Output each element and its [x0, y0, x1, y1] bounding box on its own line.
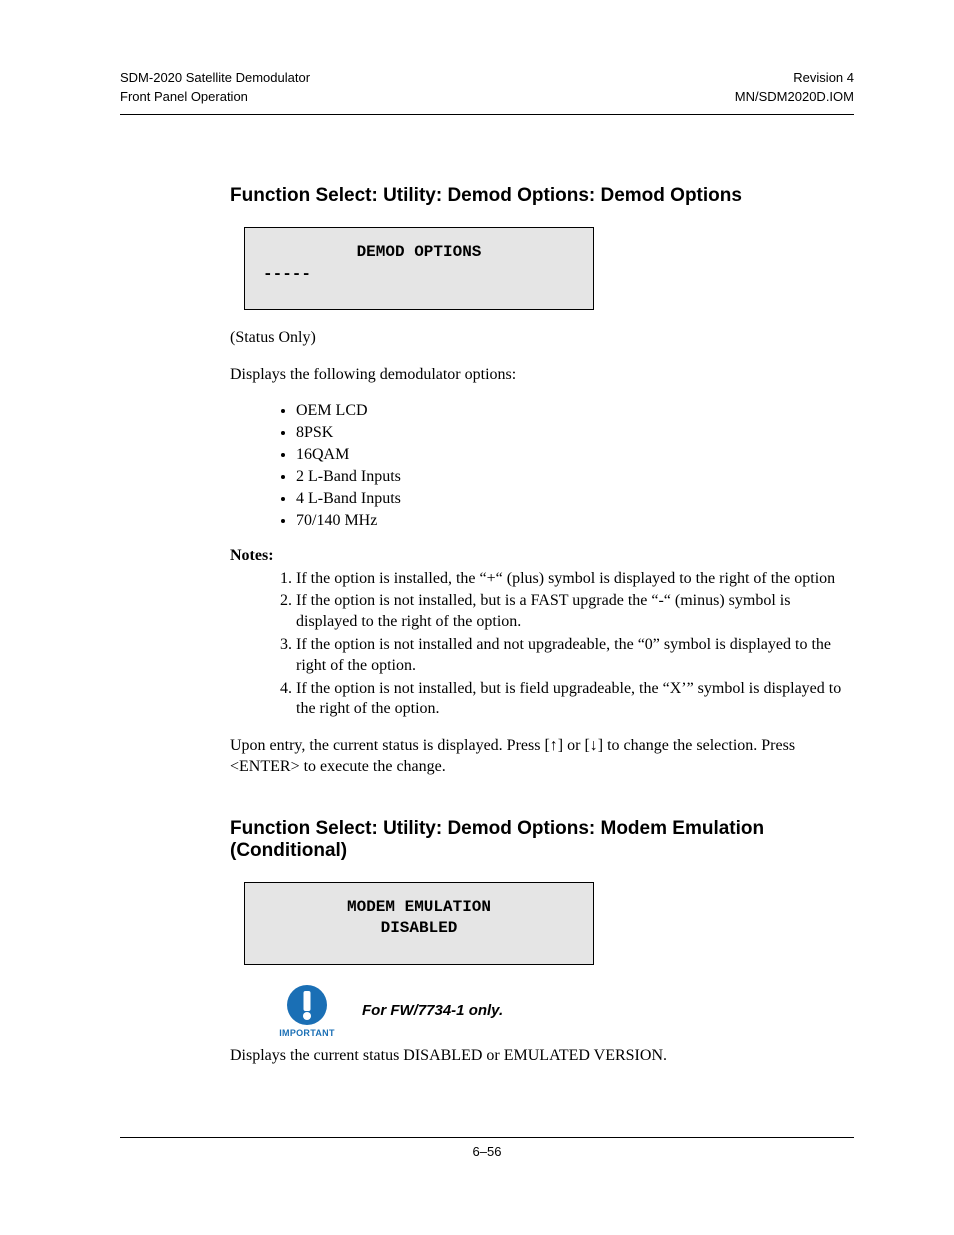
closing-text-2: Displays the current status DISABLED or …: [230, 1046, 854, 1067]
header-left-2: Front Panel Operation: [120, 89, 248, 104]
important-text: For FW/7734-1 only.: [362, 1002, 503, 1019]
header-left-1: SDM-2020 Satellite Demodulator: [120, 70, 310, 85]
notes-label: Notes:: [230, 546, 854, 567]
list-item: 70/140 MHz: [296, 512, 854, 530]
list-item: If the option is installed, the “+“ (plu…: [296, 569, 854, 590]
section-heading-modem-emulation: Function Select: Utility: Demod Options:…: [120, 818, 854, 862]
list-item: If the option is not installed, but is a…: [296, 591, 854, 633]
important-label: IMPORTANT: [279, 1028, 335, 1038]
list-item: 4 L-Band Inputs: [296, 490, 854, 508]
list-item: If the option is not installed and not u…: [296, 635, 854, 677]
important-icon: IMPORTANT: [276, 983, 338, 1038]
important-callout: IMPORTANT For FW/7734-1 only.: [276, 983, 854, 1038]
list-item: If the option is not installed, but is f…: [296, 679, 854, 721]
page-number: 6–56: [473, 1144, 502, 1159]
intro-text: Displays the following demodulator optio…: [230, 365, 854, 386]
list-item: 2 L-Band Inputs: [296, 468, 854, 486]
page-footer: 6–56: [120, 1137, 854, 1159]
lcd-line-2: -----: [263, 264, 575, 286]
options-list: OEM LCD 8PSK 16QAM 2 L-Band Inputs 4 L-B…: [230, 402, 854, 530]
status-only-text: (Status Only): [230, 328, 854, 349]
page-header: SDM-2020 Satellite Demodulator Revision …: [120, 70, 854, 115]
closing-text: Upon entry, the current status is displa…: [230, 736, 854, 778]
notes-list: If the option is installed, the “+“ (plu…: [230, 569, 854, 721]
header-right-2: MN/SDM2020D.IOM: [735, 89, 854, 104]
list-item: 16QAM: [296, 446, 854, 464]
lcd-line-2: DISABLED: [263, 918, 575, 940]
header-right-1: Revision 4: [793, 70, 854, 85]
lcd-display-demod-options: DEMOD OPTIONS -----: [244, 227, 594, 310]
lcd-line-1: MODEM EMULATION: [263, 897, 575, 919]
lcd-line-1: DEMOD OPTIONS: [263, 242, 575, 264]
lcd-display-modem-emulation: MODEM EMULATION DISABLED: [244, 882, 594, 965]
list-item: 8PSK: [296, 424, 854, 442]
section-heading-demod-options: Function Select: Utility: Demod Options:…: [120, 185, 854, 207]
list-item: OEM LCD: [296, 402, 854, 420]
